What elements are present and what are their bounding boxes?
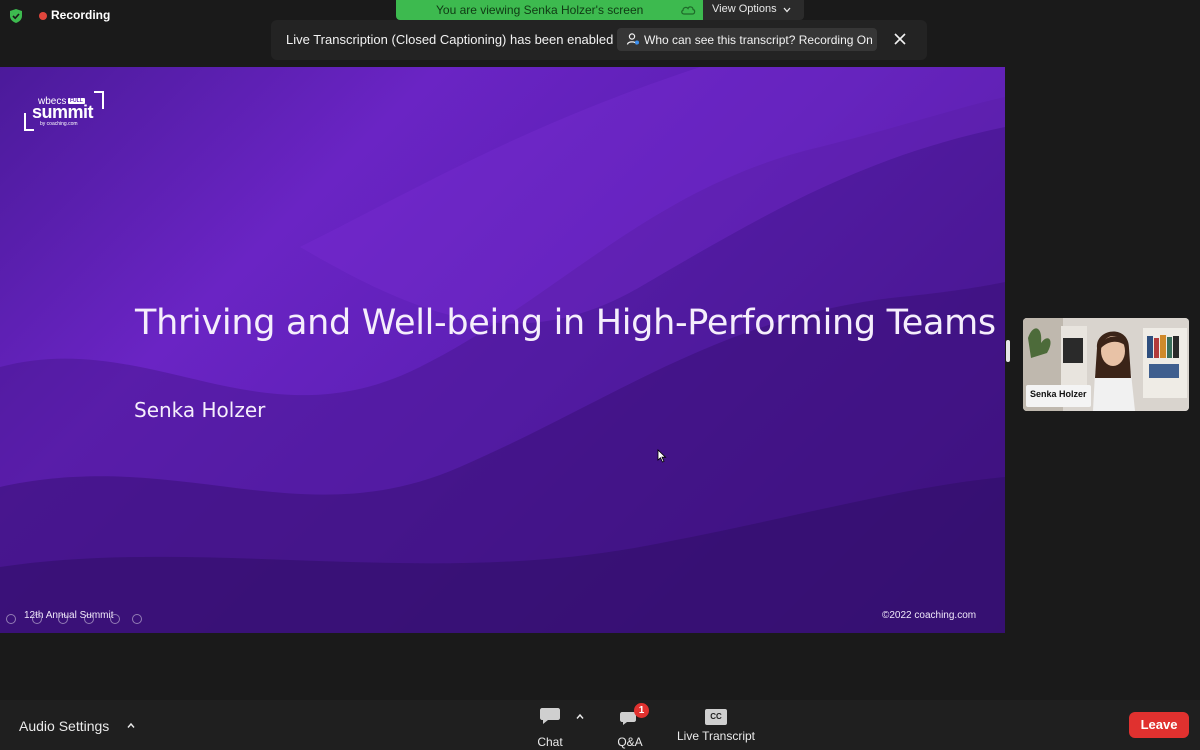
cloud-icon: [681, 6, 696, 15]
meeting-toolbar: Audio Settings Chat 1 Q&A CC Live Transc…: [0, 700, 1200, 750]
chat-caret-up-icon[interactable]: [575, 713, 585, 720]
qa-notification-badge: 1: [634, 703, 649, 718]
logo-corner-right: [94, 91, 104, 109]
person-icon: [626, 33, 639, 45]
chat-label: Chat: [537, 735, 563, 749]
logo-summit-text: summit: [32, 102, 94, 122]
view-options-label: View Options: [712, 3, 777, 15]
participant-video-tile[interactable]: Senka Holzer: [1023, 318, 1189, 411]
caret-up-icon[interactable]: [126, 722, 136, 729]
chevron-down-icon: [783, 7, 791, 13]
who-can-see-button[interactable]: Who can see this transcript? Recording O…: [617, 28, 877, 51]
slide-title: Thriving and Well-being in High-Performi…: [135, 303, 996, 343]
shared-screen-slide: wbecs FULL summit by coaching.com Thrivi…: [0, 67, 1005, 633]
viewing-screen-text: You are viewing Senka Holzer's screen: [436, 3, 644, 17]
live-transcript-label: Live Transcript: [676, 729, 756, 743]
mouse-cursor-icon: [657, 449, 667, 463]
more-options-icon[interactable]: [132, 614, 142, 624]
slide-footer-left: 12th Annual Summit: [24, 610, 114, 621]
slide-presenter-name: Senka Holzer: [134, 398, 266, 422]
wbecs-summit-logo: wbecs FULL summit by coaching.com: [24, 91, 106, 131]
slide-background-waves: [0, 67, 1005, 633]
cc-icon: CC: [705, 709, 727, 725]
participant-name-tag: Senka Holzer: [1026, 385, 1091, 407]
viewing-screen-banner: You are viewing Senka Holzer's screen: [396, 0, 703, 20]
live-transcript-button[interactable]: CC Live Transcript: [670, 706, 762, 743]
view-options-button[interactable]: View Options: [703, 0, 804, 20]
slide-footer-right: ©2022 coaching.com: [882, 610, 977, 621]
recording-dot-icon: [39, 12, 47, 20]
chat-bubble-icon: [540, 708, 560, 724]
prev-slide-icon[interactable]: [6, 614, 16, 624]
qa-label: Q&A: [617, 735, 643, 749]
transcription-toast: Live Transcription (Closed Captioning) h…: [271, 20, 927, 60]
audio-settings-button[interactable]: Audio Settings: [19, 718, 109, 734]
recording-label[interactable]: Recording: [51, 8, 110, 22]
toast-message: Live Transcription (Closed Captioning) h…: [286, 32, 614, 47]
panel-resize-handle[interactable]: [1006, 340, 1010, 362]
leave-button[interactable]: Leave: [1129, 712, 1189, 738]
qa-button[interactable]: 1 Q&A: [610, 703, 650, 749]
meeting-top-bar: Recording You are viewing Senka Holzer's…: [0, 0, 1200, 67]
logo-by-text: by coaching.com: [40, 121, 78, 127]
who-can-see-label: Who can see this transcript? Recording O…: [644, 33, 873, 47]
close-icon[interactable]: [893, 32, 907, 46]
shield-check-icon[interactable]: [8, 8, 24, 24]
chat-button[interactable]: Chat: [530, 706, 570, 749]
